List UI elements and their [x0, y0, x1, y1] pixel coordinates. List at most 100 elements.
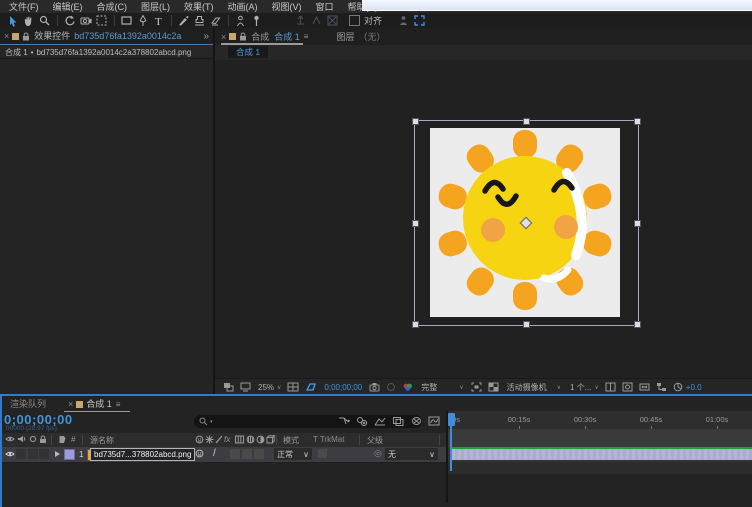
people-workspace-icon[interactable]: [396, 14, 411, 28]
layer-name[interactable]: bd735d7...378802abcd.png: [90, 448, 195, 461]
blend-mode-dropdown[interactable]: 正常∨: [274, 448, 312, 460]
menu-edit[interactable]: 编辑(E): [46, 0, 90, 13]
selection-handle[interactable]: [523, 118, 530, 125]
zoom-tool-icon[interactable]: [37, 14, 52, 28]
frame-blend-icon[interactable]: [372, 414, 388, 428]
motion-blur-icon[interactable]: [390, 414, 406, 428]
puppet-pin-tool-icon[interactable]: [249, 14, 264, 28]
show-snapshot-icon[interactable]: [386, 382, 396, 392]
graph-editor-icon[interactable]: [426, 414, 442, 428]
snap-checkbox[interactable]: [349, 15, 360, 26]
playhead-line[interactable]: [450, 426, 452, 471]
roi-icon[interactable]: [471, 382, 482, 392]
menu-layer[interactable]: 图层(L): [134, 0, 177, 13]
selection-handle[interactable]: [634, 321, 641, 328]
always-preview-icon[interactable]: [223, 382, 234, 392]
rotate-tool-icon[interactable]: [62, 14, 77, 28]
view-count-dropdown[interactable]: 1 个...: [570, 382, 591, 393]
selection-tool-icon[interactable]: [5, 14, 20, 28]
pen-tool-icon[interactable]: [135, 14, 150, 28]
zoom-level-dropdown[interactable]: 25%: [258, 383, 274, 392]
type-tool-icon[interactable]: T: [151, 14, 166, 28]
frameblend-sw-icon[interactable]: [235, 435, 244, 444]
playhead-handle[interactable]: [448, 413, 455, 426]
layer-label-swatch[interactable]: [64, 449, 75, 460]
expand-arrow-icon[interactable]: [54, 450, 61, 458]
brainstorm-icon[interactable]: [408, 414, 424, 428]
quality-toggle[interactable]: /: [213, 448, 216, 459]
grid-guides-icon[interactable]: [287, 382, 299, 392]
exposure-icon[interactable]: [673, 382, 683, 392]
menu-view[interactable]: 视图(V): [265, 0, 309, 13]
lock-icon[interactable]: [39, 435, 47, 444]
motionblur-sw-icon[interactable]: [246, 435, 255, 444]
chevron-down-icon[interactable]: ∨: [594, 384, 598, 391]
expand-workspace-icon[interactable]: [412, 14, 427, 28]
sun-layer-image[interactable]: [430, 128, 620, 317]
parent-pickwhip-icon[interactable]: ◎: [374, 448, 382, 459]
rectangle-tool-icon[interactable]: [119, 14, 134, 28]
shy-icon[interactable]: [195, 449, 204, 458]
breadcrumb[interactable]: 合成 1: [228, 46, 268, 58]
magnify-icon[interactable]: [622, 382, 633, 392]
time-ruler[interactable]: 0s 00:15s 00:30s 00:45s 01:00s: [448, 411, 752, 430]
mode-column[interactable]: 模式: [283, 435, 299, 446]
eye-icon[interactable]: [5, 435, 15, 443]
effect-controls-tab-filename[interactable]: bd735d76fa1392a0014c2a378802abcd.p: [74, 30, 182, 42]
menu-composition[interactable]: 合成(C): [90, 0, 135, 13]
eraser-tool-icon[interactable]: [208, 14, 223, 28]
mask-visibility-icon[interactable]: [305, 382, 317, 392]
chevron-down-icon[interactable]: ∨: [277, 384, 281, 391]
selection-handle[interactable]: [634, 118, 641, 125]
snapshot-icon[interactable]: [369, 382, 380, 392]
resolution-dropdown[interactable]: 完整: [421, 382, 437, 393]
flowchart-icon[interactable]: [656, 382, 667, 392]
work-area-bar[interactable]: [448, 429, 752, 448]
camera-tool-icon[interactable]: [78, 14, 93, 28]
label-icon[interactable]: [58, 435, 67, 444]
close-icon[interactable]: ×: [4, 31, 9, 41]
effect-controls-tab-label[interactable]: 效果控件: [34, 30, 70, 42]
parent-dropdown[interactable]: 无∨: [385, 448, 438, 460]
collapse-icon[interactable]: [205, 435, 214, 444]
clone-stamp-tool-icon[interactable]: [192, 14, 207, 28]
adjustment-icon[interactable]: [256, 435, 265, 444]
exposure-value[interactable]: +0.0: [686, 383, 702, 392]
shy-icon[interactable]: [195, 435, 204, 444]
pixel-aspect-icon[interactable]: [639, 382, 650, 392]
menu-window[interactable]: 窗口: [309, 0, 341, 13]
hand-tool-icon[interactable]: [21, 14, 36, 28]
index-column-header[interactable]: #: [71, 435, 75, 444]
selection-handle[interactable]: [634, 220, 641, 227]
audio-icon[interactable]: [17, 435, 26, 443]
menu-effect[interactable]: 效果(T): [177, 0, 221, 13]
lock-icon[interactable]: [22, 32, 30, 41]
pan-behind-tool-icon[interactable]: [94, 14, 109, 28]
tab-render-queue[interactable]: 渲染队列: [10, 398, 46, 410]
roto-brush-tool-icon[interactable]: [233, 14, 248, 28]
layer-row[interactable]: 1 bd735d7...378802abcd.png / 正常∨ ◎ 无∨: [2, 447, 448, 463]
transparency-grid-icon[interactable]: [488, 382, 499, 392]
chevron-down-icon[interactable]: ∨: [459, 384, 463, 391]
view-camera-dropdown[interactable]: 活动摄像机: [507, 382, 547, 393]
selection-handle[interactable]: [523, 321, 530, 328]
selection-handle[interactable]: [412, 220, 419, 227]
selection-handle[interactable]: [412, 321, 419, 328]
close-icon[interactable]: ×: [221, 32, 226, 42]
chevron-down-icon[interactable]: ∨: [557, 384, 561, 391]
solo-icon[interactable]: [29, 435, 37, 443]
parent-column[interactable]: 父级: [367, 435, 383, 446]
panel-menu-icon[interactable]: ≡: [304, 32, 309, 41]
fx-icon[interactable]: fx: [224, 435, 230, 444]
layer-panel-tab[interactable]: 图层: [336, 31, 354, 43]
channels-icon[interactable]: [402, 382, 414, 392]
eye-icon[interactable]: [5, 450, 15, 458]
source-name-column[interactable]: 源名称: [90, 435, 114, 446]
brush-tool-icon[interactable]: [176, 14, 191, 28]
effect-controls-tabbar[interactable]: × 效果控件 bd735d76fa1392a0014c2a378802abcd.…: [0, 28, 213, 45]
comp-flowchart-icon[interactable]: [336, 414, 352, 428]
tab-composition-1[interactable]: 合成 1: [274, 31, 300, 43]
viewer-timecode[interactable]: 0;00;00;00: [324, 383, 362, 392]
trkmat-column[interactable]: T TrkMat: [313, 435, 344, 444]
tab-overflow-icon[interactable]: »: [203, 31, 209, 42]
